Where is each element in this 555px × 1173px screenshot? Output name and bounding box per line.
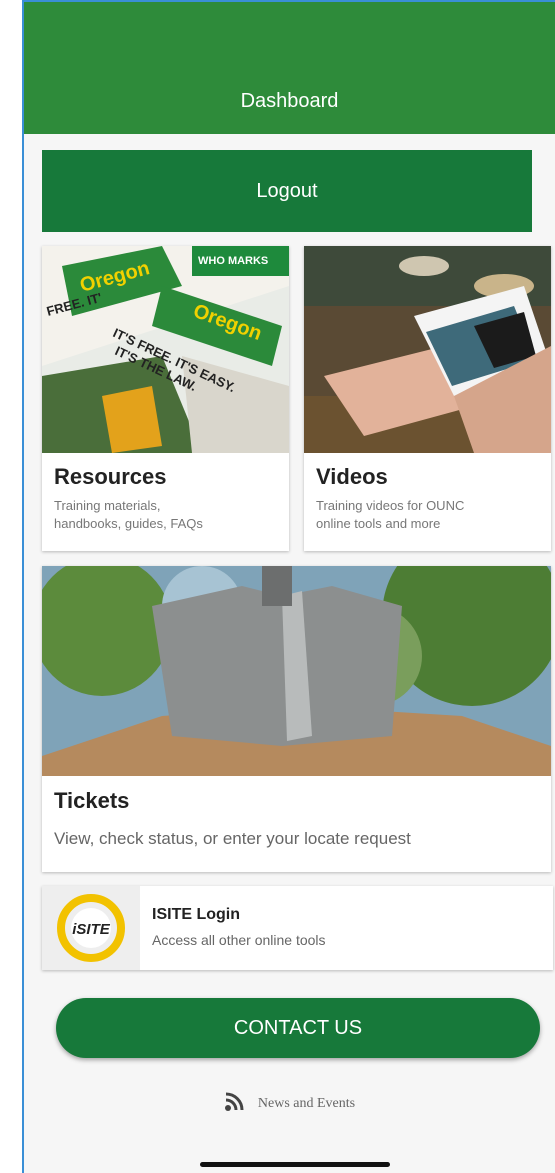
page-title: Dashboard xyxy=(240,90,339,112)
svg-text:WHO MARKS: WHO MARKS xyxy=(198,255,268,267)
isite-subtitle: Access all other online tools xyxy=(152,932,326,948)
videos-title: Videos xyxy=(316,464,388,489)
videos-subtitle-line2: online tools and more xyxy=(316,516,441,531)
news-and-events-label: News and Events xyxy=(257,1095,356,1111)
videos-image xyxy=(304,246,551,453)
app-frame: Dashboard Logout WHO MARKS FREE. IT' IT'… xyxy=(22,0,555,1173)
videos-subtitle-line1: Training videos for OUNC xyxy=(316,498,465,513)
news-and-events-link[interactable]: News and Events xyxy=(24,1090,555,1117)
videos-card[interactable]: Videos Training videos for OUNC online t… xyxy=(304,246,551,551)
svg-text:iSITE: iSITE xyxy=(72,921,111,938)
tickets-image xyxy=(42,566,551,776)
resources-subtitle-line2: handbooks, guides, FAQs xyxy=(54,516,203,531)
tickets-card[interactable]: Tickets View, check status, or enter you… xyxy=(42,566,551,872)
tickets-title: Tickets xyxy=(54,788,130,813)
tickets-subtitle: View, check status, or enter your locate… xyxy=(54,829,411,848)
rss-icon xyxy=(224,1090,246,1117)
resources-card[interactable]: WHO MARKS FREE. IT' IT'S FREE. IT'S EASY… xyxy=(42,246,289,551)
isite-login-button[interactable]: iSITE ISITE Login Access all other onlin… xyxy=(42,886,553,970)
resources-title: Resources xyxy=(54,464,167,489)
resources-subtitle-line1: Training materials, xyxy=(54,498,161,513)
isite-logo: iSITE xyxy=(42,886,140,970)
home-indicator[interactable] xyxy=(200,1162,390,1167)
isite-title: ISITE Login xyxy=(152,906,240,923)
app-header: Dashboard xyxy=(24,2,555,134)
contact-us-button[interactable]: CONTACT US xyxy=(56,998,540,1058)
logout-button[interactable]: Logout xyxy=(42,150,532,232)
resources-image: WHO MARKS FREE. IT' IT'S FREE. IT'S EASY… xyxy=(42,246,289,453)
